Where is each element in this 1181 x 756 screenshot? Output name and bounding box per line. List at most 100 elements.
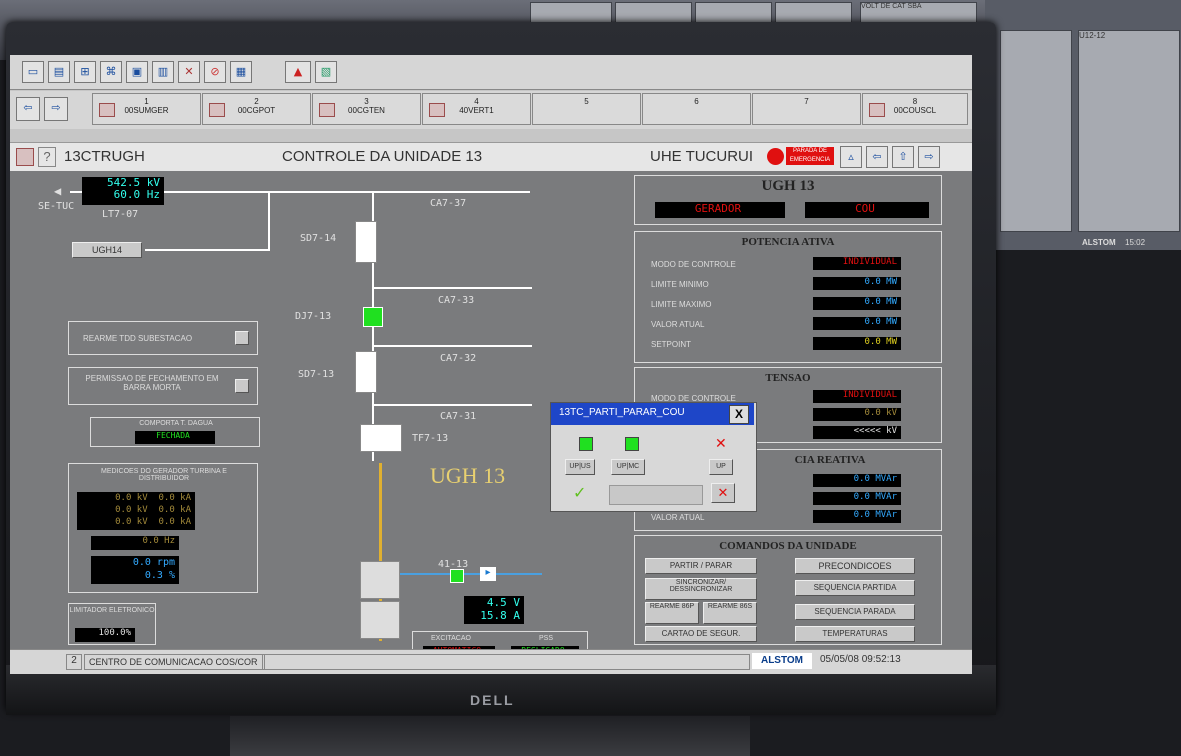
bus-line bbox=[372, 404, 532, 406]
status-indicator bbox=[579, 437, 593, 451]
rearme-panel: REARME TDD SUBESTACAO bbox=[68, 321, 258, 355]
rearme-86p-button[interactable]: REARME 86P bbox=[645, 602, 699, 624]
status-datetime: 05/05/08 09:52:13 bbox=[820, 654, 901, 665]
excitation-readout: 4.5 V 15.8 A bbox=[464, 596, 524, 624]
close-icon: ✕ bbox=[715, 435, 727, 451]
partir-parar-button[interactable]: PARTIR / PARAR bbox=[645, 558, 757, 574]
display-icon bbox=[429, 103, 445, 117]
triangle-icon[interactable]: ▲ bbox=[285, 61, 311, 83]
partir-parar-dialog: 13TC_PARTI_PARAR_COU X ✕ UP|US UP|MC UP … bbox=[550, 402, 757, 512]
check-icon[interactable]: ✓ bbox=[573, 483, 586, 503]
generator-icon[interactable] bbox=[360, 561, 400, 599]
emergency-icon[interactable] bbox=[767, 148, 784, 165]
status-message-field bbox=[262, 654, 750, 670]
nav-slot-8[interactable]: 8 00COUSCL bbox=[862, 93, 968, 125]
comandos-panel: COMANDOS DA UNIDADE PARTIR / PARAR PRECO… bbox=[634, 535, 942, 645]
breaker-label: CA7-37 bbox=[430, 198, 467, 209]
arrow-left-icon[interactable]: ⇦ bbox=[16, 97, 40, 121]
bus-line bbox=[268, 191, 270, 251]
stop-icon[interactable]: ⊘ bbox=[204, 61, 226, 83]
display-icon bbox=[319, 103, 335, 117]
transformer-icon[interactable] bbox=[360, 424, 402, 452]
chart-icon[interactable]: ▥ bbox=[152, 61, 174, 83]
nav-slot-6[interactable]: 6 bbox=[642, 93, 751, 125]
status-bar: 2 CENTRO DE COMUNICACAO COS/COR ALSTOM 0… bbox=[10, 649, 972, 674]
diode-icon: ▸ bbox=[480, 567, 496, 581]
sincronizar-button[interactable]: SINCRONIZAR/ DESSINCRONIZAR bbox=[645, 578, 757, 600]
tools-icon[interactable]: ✕ bbox=[178, 61, 200, 83]
monitor-brand: DELL bbox=[470, 692, 515, 708]
monitor-stand bbox=[230, 716, 750, 756]
med-row: 0.0 kV 0.0 kA bbox=[115, 505, 191, 515]
display-icon[interactable]: ▦ bbox=[230, 61, 252, 83]
permissao-button[interactable] bbox=[235, 379, 249, 393]
screen-icon[interactable]: ▣ bbox=[126, 61, 148, 83]
breaker-label: CA7-32 bbox=[440, 353, 477, 364]
rearme-86s-button[interactable]: REARME 86S bbox=[703, 602, 757, 624]
cou-status: COU bbox=[805, 202, 929, 218]
arrow-right-icon[interactable]: ⇨ bbox=[44, 97, 68, 121]
status-text: CENTRO DE COMUNICACAO COS/COR bbox=[84, 654, 265, 670]
nav-slot-1[interactable]: 1 00SUMGER bbox=[92, 93, 201, 125]
up-button[interactable]: UP bbox=[709, 459, 733, 475]
switch-label: SD7-14 bbox=[300, 233, 337, 244]
screen-header: ? 13CTRUGH CONTROLE DA UNIDADE 13 UHE TU… bbox=[10, 142, 972, 172]
tree-icon[interactable]: ⌘ bbox=[100, 61, 122, 83]
emergency-stop-button[interactable]: PARADA DE EMERGENCIA bbox=[786, 147, 834, 165]
disconnector-switch[interactable] bbox=[355, 221, 377, 263]
print-icon[interactable]: ▤ bbox=[48, 61, 70, 83]
breaker-label: DJ7-13 bbox=[295, 311, 332, 322]
window-icon[interactable]: ▭ bbox=[22, 61, 44, 83]
up-mc-button[interactable]: UP|MC bbox=[611, 459, 645, 475]
rack-brand: ALSTOM bbox=[1082, 238, 1116, 247]
seq-parada-button[interactable]: SEQUENCIA PARADA bbox=[795, 604, 915, 620]
up-us-button[interactable]: UP|US bbox=[565, 459, 595, 475]
nav-slot-5[interactable]: 5 bbox=[532, 93, 641, 125]
page-title: CONTROLE DA UNIDADE 13 bbox=[282, 148, 483, 165]
alarm-triangle-icon[interactable]: ▵ bbox=[840, 146, 862, 168]
hz-readout: 0.0 Hz bbox=[91, 536, 179, 550]
nav-slot-2[interactable]: 2 00CGPOT bbox=[202, 93, 311, 125]
field-breaker[interactable] bbox=[450, 569, 464, 583]
single-line-diagram: ◀ 542.5 kV 60.0 Hz SE-TUC LT7-07 CA7-37 U… bbox=[10, 171, 630, 665]
image-icon[interactable]: ▧ bbox=[315, 61, 337, 83]
nav-slot-7[interactable]: 7 bbox=[752, 93, 861, 125]
status-indicator bbox=[625, 437, 639, 451]
dialog-title: 13TC_PARTI_PARAR_COU bbox=[559, 407, 685, 418]
icon-toolbar: ▭ ▤ ⊞ ⌘ ▣ ▥ ✕ ⊘ ▦ ▲ ▧ bbox=[10, 55, 972, 90]
arrow-right-icon[interactable]: ⇨ bbox=[918, 146, 940, 168]
rack-time: 15:02 bbox=[1125, 238, 1146, 247]
close-button[interactable]: X bbox=[729, 405, 749, 424]
status-number: 2 bbox=[66, 654, 82, 670]
circuit-breaker[interactable] bbox=[363, 307, 383, 327]
precondicoes-button[interactable]: PRECONDICOES bbox=[795, 558, 915, 574]
nav-slot-3[interactable]: 3 00CGTEN bbox=[312, 93, 421, 125]
plant-name: UHE TUCURUI bbox=[650, 148, 754, 165]
rearme-button[interactable] bbox=[235, 331, 249, 345]
screen-code: 13CTRUGH bbox=[64, 148, 145, 165]
seq-partida-button[interactable]: SEQUENCIA PARTIDA bbox=[795, 580, 915, 596]
disconnector-switch[interactable] bbox=[355, 351, 377, 393]
potencia-panel: POTENCIA ATIVA MODO DE CONTROLE INDIVIDU… bbox=[634, 231, 942, 363]
display-icon[interactable] bbox=[16, 148, 34, 166]
network-icon[interactable]: ⊞ bbox=[74, 61, 96, 83]
rack-panel bbox=[1000, 30, 1072, 232]
nav-slot-4[interactable]: 4 40VERT1 bbox=[422, 93, 531, 125]
medicoes-panel: MEDICOES DO GERADOR TURBINA E DISTRIBUID… bbox=[68, 463, 258, 593]
line-readout: 542.5 kV 60.0 Hz bbox=[82, 177, 164, 205]
ugh14-button[interactable]: UGH14 bbox=[72, 242, 142, 258]
bus-line bbox=[372, 287, 532, 289]
display-icon bbox=[209, 103, 225, 117]
temperaturas-button[interactable]: TEMPERATURAS bbox=[795, 626, 915, 642]
ugh-panel: UGH 13 GERADOR COU bbox=[634, 175, 942, 225]
cartao-button[interactable]: CARTAO DE SEGUR. bbox=[645, 626, 757, 642]
turbine-icon[interactable] bbox=[360, 601, 400, 639]
gerador-status: GERADOR bbox=[655, 202, 785, 218]
arrow-left-icon[interactable]: ⇦ bbox=[866, 146, 888, 168]
transformer-label: TF7-13 bbox=[412, 433, 449, 444]
rpm-readout: 0.0 rpm 0.3 % bbox=[91, 556, 179, 584]
arrow-up-icon[interactable]: ⇧ bbox=[892, 146, 914, 168]
help-button[interactable]: ? bbox=[38, 147, 56, 167]
cancel-button[interactable]: ✕ bbox=[711, 483, 735, 503]
dialog-titlebar: 13TC_PARTI_PARAR_COU X bbox=[551, 403, 754, 425]
